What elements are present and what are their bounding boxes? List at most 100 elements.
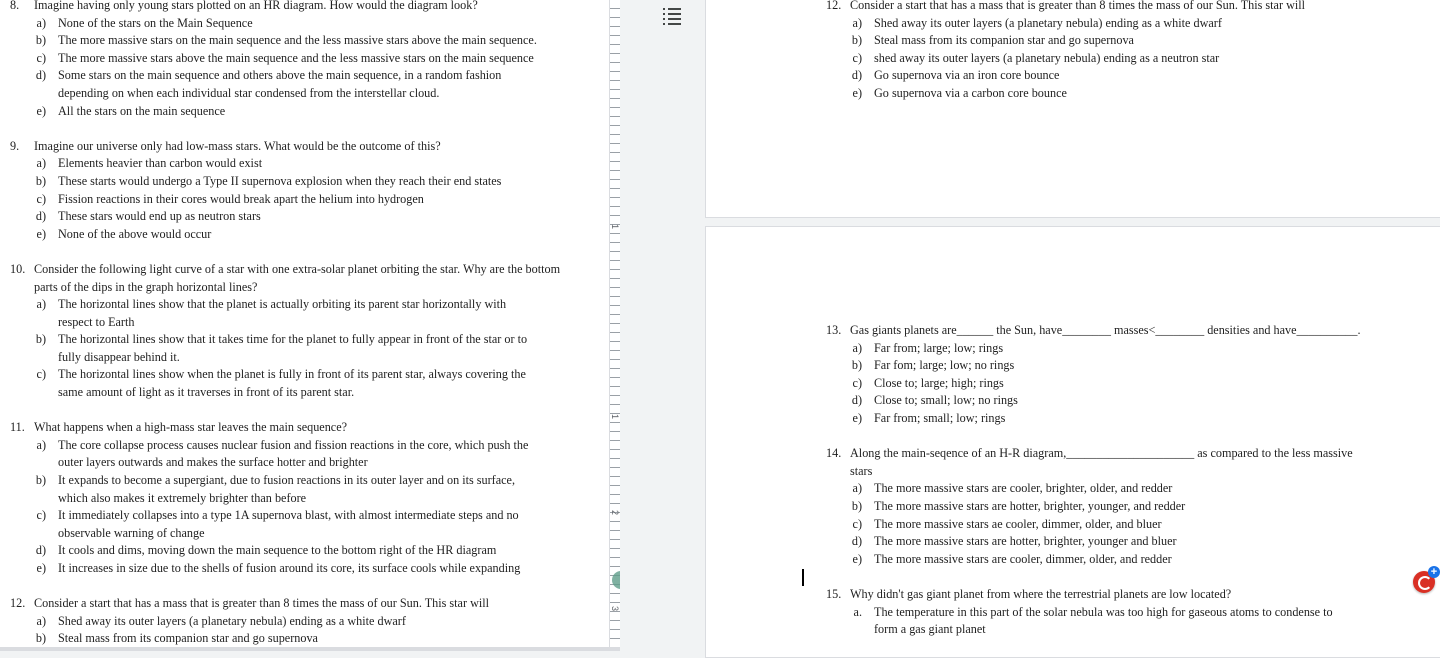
option-text-continued: fully disappear behind it. — [58, 349, 180, 364]
horizontal-scrollbar[interactable] — [0, 647, 620, 651]
option-text: None of the stars on the Main Sequence — [58, 15, 253, 30]
option-text: The temperature in this part of the sola… — [874, 604, 1333, 619]
right-page-2-text[interactable]: 13. Gas giants planets are______ the Sun… — [826, 322, 1426, 639]
option-label: e) — [36, 561, 46, 575]
option-text: Steal mass from its companion star and g… — [58, 631, 318, 646]
option-text: The more massive stars are hotter, brigh… — [874, 534, 1177, 549]
option-label: c) — [852, 375, 862, 390]
option-text: Close to; large; high; rings — [874, 375, 1004, 390]
option-label: d) — [35, 209, 46, 224]
option-text: The more massive stars are cooler, dimme… — [874, 551, 1172, 566]
option-label: a) — [36, 437, 46, 452]
option: b) Steal mass from its companion star and… — [826, 32, 1426, 50]
option-label: c) — [852, 50, 862, 65]
option-label: a) — [852, 15, 862, 30]
left-document-text[interactable]: 8. Imagine having only young stars plott… — [10, 0, 610, 648]
option: e) The more massive stars are cooler, dim… — [826, 551, 1426, 569]
option: a) Elements heavier than carbon would exi… — [10, 155, 610, 173]
option: c) It immediately collapses into a type 1… — [10, 507, 610, 542]
option-label: d) — [35, 68, 46, 83]
option-text: The core collapse process causes nuclear… — [58, 437, 529, 452]
option-text: All the stars on the main sequence — [58, 103, 226, 118]
option-text: The horizontal lines show that the plane… — [58, 297, 507, 312]
option: b) The horizontal lines show that it take… — [10, 331, 610, 366]
right-page-1-text[interactable]: 12. Consider a start that has a mass tha… — [826, 0, 1426, 103]
option-text: Far fom; large; low; no rings — [874, 358, 1015, 373]
option-text: Close to; small; low; no rings — [874, 393, 1018, 408]
option-text: It immediately collapses into a type 1A … — [58, 508, 519, 523]
ruler-mark: 1 — [610, 224, 620, 230]
option-label: b) — [851, 498, 862, 513]
option: c) The more massive stars ae cooler, dimm… — [826, 516, 1426, 534]
option-text-continued: same amount of light as it traverses in … — [58, 385, 355, 400]
question-text: Gas giants planets are______ the Sun, ha… — [850, 323, 1361, 337]
option-text: Go supernova via an iron core bounce — [874, 68, 1060, 83]
option-text: Shed away its outer layers (a planetary … — [874, 15, 1222, 30]
option-text: The horizontal lines show when the plane… — [58, 367, 526, 382]
option: b) These starts would undergo a Type II s… — [10, 173, 610, 191]
question-text: Consider the following light curve of a … — [34, 261, 561, 276]
option-text: These starts would undergo a Type II sup… — [58, 173, 502, 188]
option: e) It increases in size due to the shells… — [10, 560, 610, 578]
option-text: Shed away its outer layers (a planetary … — [58, 613, 406, 628]
option: c) shed away its outer layers (a planetar… — [826, 50, 1426, 68]
option-label: c) — [852, 516, 862, 531]
option-label: a) — [36, 156, 46, 171]
option: d) Some stars on the main sequence and ot… — [10, 67, 610, 102]
option-label: a) — [36, 15, 46, 30]
option-text: Elements heavier than carbon would exist — [58, 156, 263, 171]
question-text: Imagine having only young stars plotted … — [34, 0, 478, 12]
option: d) Go supernova via an iron core bounce — [826, 67, 1426, 85]
option-text: The horizontal lines show that it takes … — [58, 332, 528, 347]
option-text-continued: respect to Earth — [58, 314, 135, 329]
option-label: e) — [852, 85, 862, 100]
question-text-continued: stars — [850, 463, 873, 478]
question-number: 12. — [826, 0, 842, 12]
question-14: 14. Along the main-seqence of an H-R dia… — [826, 445, 1426, 480]
option-label: b) — [35, 631, 46, 646]
option: c) Fission reactions in their cores would… — [10, 191, 610, 209]
question-12: 12. Consider a start that has a mass tha… — [826, 0, 1426, 15]
option-label: b) — [35, 332, 46, 347]
option-text: Fission reactions in their cores would b… — [58, 191, 424, 206]
option-label: d) — [851, 68, 862, 83]
option-text: It expands to become a supergiant, due t… — [58, 473, 516, 488]
option: a. The temperature in this part of the so… — [826, 604, 1426, 639]
option-label: d) — [35, 543, 46, 558]
question-10: 10. Consider the following light curve o… — [10, 261, 610, 296]
question-text: Imagine our universe only had low-mass s… — [34, 138, 441, 153]
option: b) Far fom; large; low; no rings — [826, 357, 1426, 375]
question-text: Consider a start that has a mass that is… — [34, 596, 490, 611]
left-document-pane[interactable]: 8. Imagine having only young stars plott… — [0, 0, 620, 651]
option-text: Far from; large; low; rings — [874, 340, 1004, 355]
option-text: These stars would end up as neutron star… — [58, 209, 261, 224]
question-number: 14. — [826, 446, 842, 461]
option-text: shed away its outer layers (a planetary … — [874, 50, 1220, 65]
add-icon[interactable]: + — [1428, 566, 1440, 578]
option-text: None of the above would occur — [58, 226, 212, 241]
option-label: c) — [36, 191, 46, 206]
option-text-continued: depending on when each individual star c… — [58, 85, 440, 100]
option-label: b) — [851, 33, 862, 48]
option-label: a) — [36, 297, 46, 312]
option: a) The horizontal lines show that the pla… — [10, 296, 610, 331]
option-label: e) — [36, 103, 46, 118]
option-label: b) — [851, 358, 862, 373]
question-number: 12. — [10, 596, 26, 611]
option-text-continued: outer layers outwards and makes the surf… — [58, 455, 368, 470]
option: c) The more massive stars above the main … — [10, 50, 610, 68]
option-text-continued: which also makes it extremely brighter t… — [58, 490, 307, 505]
ruler-mark: 2 — [610, 510, 620, 516]
option-label: b) — [35, 33, 46, 48]
question-number: 9. — [10, 138, 20, 153]
option-text-continued: observable warning of change — [58, 525, 205, 540]
option: b) Steal mass from its companion star and… — [10, 630, 610, 648]
option: e) Go supernova via a carbon core bounce — [826, 85, 1426, 103]
document-outline-icon[interactable] — [663, 8, 681, 25]
option-label: c) — [36, 367, 46, 382]
question-text: What happens when a high-mass star leave… — [34, 420, 348, 435]
option-text-continued: form a gas giant planet — [874, 622, 986, 637]
vertical-ruler[interactable] — [609, 0, 620, 651]
option-label: e) — [36, 226, 46, 241]
option: a) None of the stars on the Main Sequence — [10, 15, 610, 33]
